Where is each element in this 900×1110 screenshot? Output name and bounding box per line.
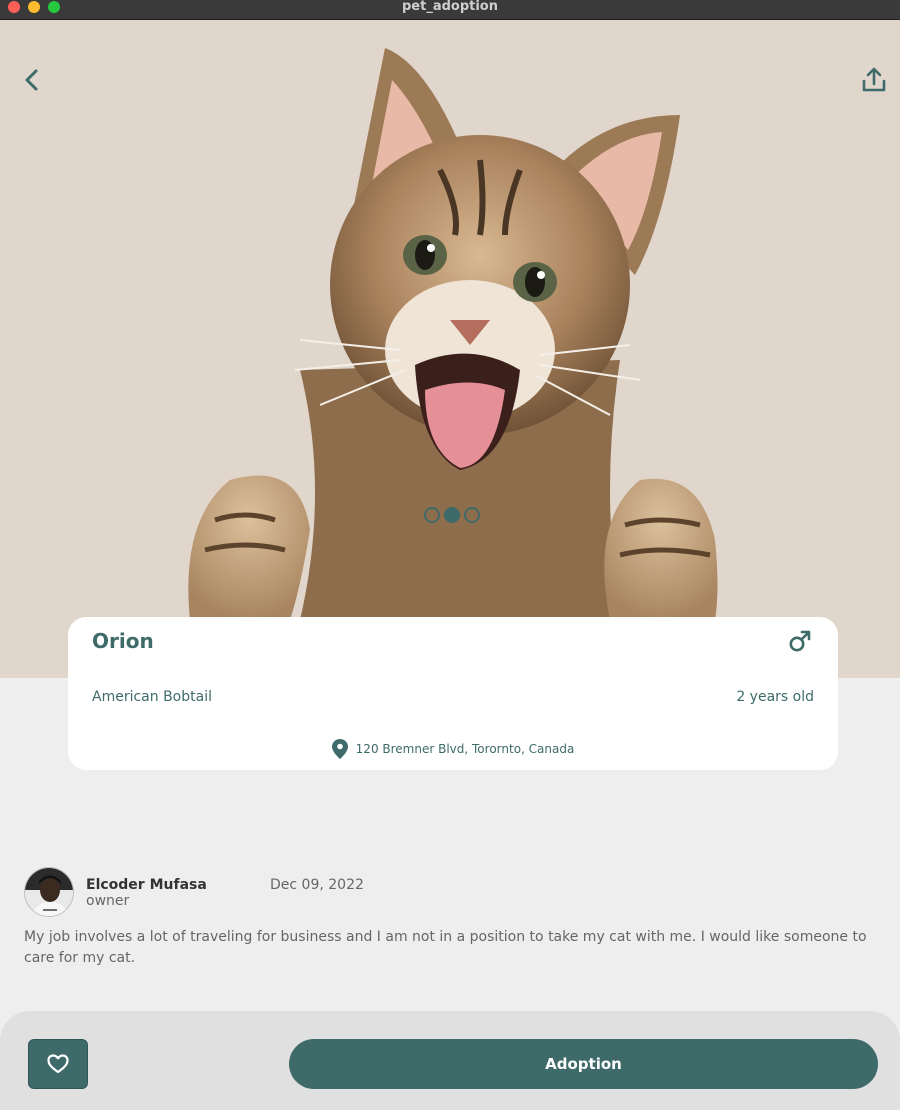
pet-info-card: Orion American Bobtail 2 years old 120 B… [68, 617, 838, 770]
carousel-dot-1[interactable] [424, 507, 440, 523]
back-button[interactable] [14, 62, 50, 98]
favorite-button[interactable] [28, 1039, 88, 1089]
owner-avatar[interactable] [24, 867, 74, 917]
window-titlebar: pet_adoption [0, 0, 900, 20]
owner-section: Elcoder Mufasa owner Dec 09, 2022 [24, 867, 884, 919]
pet-breed: American Bobtail [92, 689, 212, 705]
photo-carousel-indicator [424, 507, 480, 525]
male-icon [789, 630, 811, 652]
carousel-dot-2[interactable] [444, 507, 460, 523]
owner-description: My job involves a lot of traveling for b… [24, 929, 867, 966]
owner-role: owner [86, 893, 130, 909]
post-date: Dec 09, 2022 [270, 877, 364, 893]
owner-photo [25, 868, 73, 916]
pet-photo-area [0, 20, 900, 678]
window-title: pet_adoption [401, 0, 498, 14]
share-upload-icon [862, 67, 886, 92]
bottom-action-bar: Adoption [0, 1011, 900, 1110]
adoption-button[interactable]: Adoption [289, 1039, 878, 1089]
carousel-dot-3[interactable] [464, 507, 480, 523]
pet-age: 2 years old [736, 689, 814, 705]
pet-photo [188, 48, 718, 620]
pet-location: 120 Bremner Blvd, Torornto, Canada [68, 739, 838, 759]
chevron-left-icon [25, 69, 38, 91]
map-pin-icon [331, 739, 348, 759]
heart-icon [47, 1054, 69, 1074]
owner-name: Elcoder Mufasa [86, 877, 207, 893]
share-button[interactable] [856, 62, 892, 98]
location-text: 120 Bremner Blvd, Torornto, Canada [355, 742, 575, 756]
pet-name: Orion [92, 629, 154, 653]
